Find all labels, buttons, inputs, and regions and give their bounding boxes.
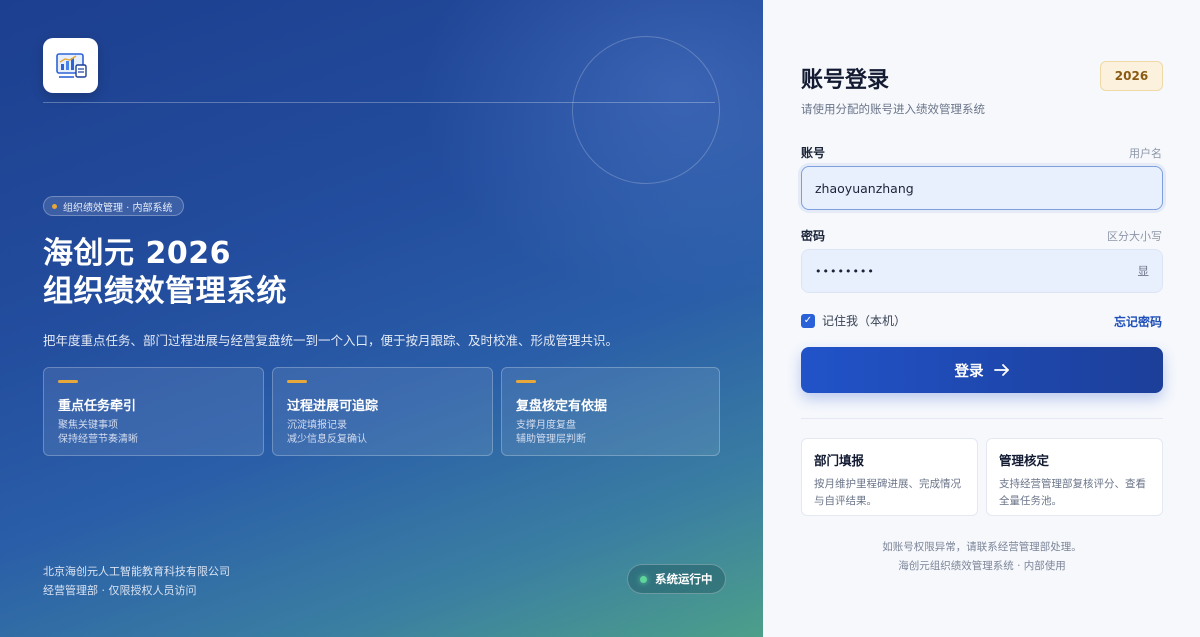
password-input[interactable]: •••••••• [815,265,1130,278]
card-accent-bar [516,380,536,383]
login-panel: 账号登录 2026 请使用分配的账号进入绩效管理系统 账号 用户名 密码 区分大… [763,0,1200,637]
hero-title-line2: 组织绩效管理系统 [43,274,287,309]
remember-me-label[interactable]: 记住我（本机） [822,312,906,329]
company-name: 北京海创元人工智能教育科技有限公司 [43,565,230,578]
account-label: 账号 [801,146,826,160]
checkmark-icon[interactable]: ✓ [801,313,815,328]
system-footer: 海创元组织绩效管理系统 · 内部使用 [898,560,1066,572]
arrow-right-icon[interactable] [993,363,1010,377]
feature-card-line: 沉淀填报记录 [287,420,347,431]
hero-panel: 组织绩效管理 · 内部系统 海创元 2026 组织绩效管理系统 把年度重点任务、… [0,0,763,637]
feature-card-title: 复盘核定有依据 [516,399,608,414]
forgot-password-link[interactable]: 忘记密码 [1114,313,1162,330]
system-status-badge: 系统运行中 [627,564,726,594]
login-subtitle: 请使用分配的账号进入绩效管理系统 [801,102,985,116]
info-card-text: 按月维护里程碑进展、完成情况与自评结果。 [814,478,961,507]
info-card-text: 支持经营管理部复核评分、查看全量任务池。 [999,478,1146,507]
login-button-label[interactable]: 登录 [955,360,984,381]
tag-dot-icon [52,203,57,209]
feature-card-line: 支撑月度复盘 [516,420,576,431]
account-input[interactable] [815,180,1149,196]
feature-card-title: 重点任务牵引 [58,399,137,414]
feature-card: 复盘核定有依据 支撑月度复盘 辅助管理层判断 [501,367,720,456]
app-logo [43,38,98,93]
feature-card: 重点任务牵引 聚焦关键事项 保持经营节奏清晰 [43,367,264,456]
feature-card-title: 过程进展可追踪 [287,399,379,414]
password-label: 密码 [801,229,826,243]
system-tag-label: 组织绩效管理 · 内部系统 [63,202,173,214]
system-tag: 组织绩效管理 · 内部系统 [43,196,184,216]
hero-footer: 北京海创元人工智能教育科技有限公司 经营管理部 · 仅限授权人员访问 [43,562,230,600]
system-status-label: 系统运行中 [655,572,713,586]
feature-card: 过程进展可追踪 沉淀填报记录 减少信息反复确认 [272,367,493,456]
decorative-circle [572,36,720,184]
remember-me[interactable]: ✓ 记住我（本机） [801,312,906,329]
card-accent-bar [58,380,78,383]
feature-cards: 重点任务牵引 聚焦关键事项 保持经营节奏清晰 过程进展可追踪 沉淀填报记录 减少… [43,367,720,456]
hero-description: 把年度重点任务、部门过程进展与经营复盘统一到一个入口，便于按月跟踪、及时校准、形… [43,333,619,348]
panel-divider [801,418,1163,419]
status-dot-icon [640,575,647,583]
account-hint: 用户名 [1129,147,1162,160]
feature-card-line: 辅助管理层判断 [516,434,586,445]
info-card-department: 部门填报 按月维护里程碑进展、完成情况与自评结果。 [801,438,978,516]
login-title: 账号登录 [801,68,890,93]
login-button[interactable]: 登录 [801,347,1163,393]
dashboard-chart-icon [55,52,87,78]
feature-card-line: 聚焦关键事项 [58,420,118,431]
password-field[interactable]: •••••••• 显 [801,249,1163,293]
password-hint: 区分大小写 [1107,230,1162,243]
year-badge: 2026 [1100,61,1163,91]
hero-title: 海创元 2026 组织绩效管理系统 [43,235,287,311]
hero-divider [43,102,715,103]
account-field[interactable] [801,166,1163,210]
info-card-management: 管理核定 支持经营管理部复核评分、查看全量任务池。 [986,438,1163,516]
hero-title-line1: 海创元 2026 [43,236,231,271]
access-note: 经营管理部 · 仅限授权人员访问 [43,584,197,597]
info-card-title: 部门填报 [814,453,865,468]
support-note: 如账号权限异常，请联系经营管理部处理。 [882,541,1082,553]
show-password-button[interactable]: 显 [1130,263,1150,279]
info-card-title: 管理核定 [999,453,1050,468]
feature-card-line: 减少信息反复确认 [287,434,367,445]
card-accent-bar [287,380,307,383]
feature-card-line: 保持经营节奏清晰 [58,434,138,445]
login-page: 组织绩效管理 · 内部系统 海创元 2026 组织绩效管理系统 把年度重点任务、… [0,0,1200,637]
